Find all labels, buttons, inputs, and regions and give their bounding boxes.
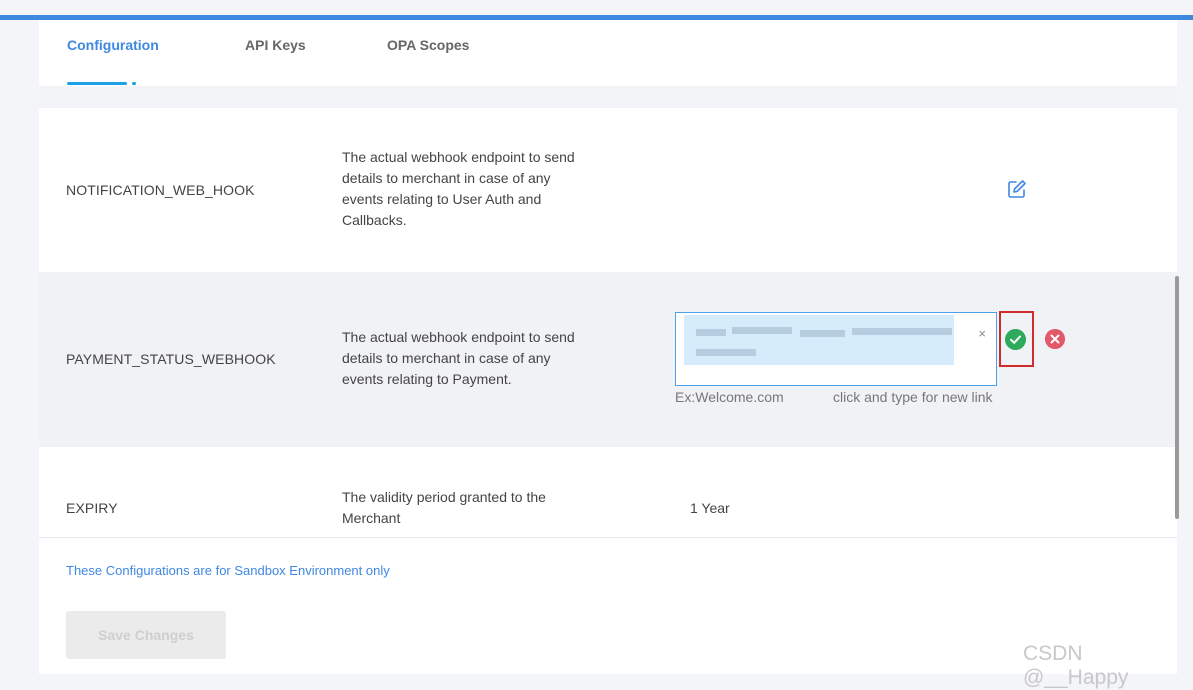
watermark: CSDN @__Happy	[1023, 642, 1129, 689]
config-description: The actual webhook endpoint to send deta…	[342, 149, 575, 228]
active-tab-indicator	[67, 82, 127, 85]
check-circle-icon[interactable]	[1005, 329, 1026, 350]
blurred-text	[800, 330, 845, 337]
webhook-url-input[interactable]: ×	[675, 312, 997, 386]
save-changes-button[interactable]: Save Changes	[66, 611, 226, 659]
tab-api-keys[interactable]: API Keys	[245, 37, 306, 53]
input-example-hint: Ex:Welcome.com	[675, 389, 784, 405]
configuration-card: Configuration API Keys OPA Scopes NOTIFI…	[39, 20, 1177, 674]
config-description: The actual webhook endpoint to send deta…	[342, 329, 575, 387]
tab-configuration[interactable]: Configuration	[67, 37, 159, 53]
blurred-text	[852, 328, 952, 335]
input-selected-text	[684, 315, 954, 365]
config-value: 1 Year	[690, 500, 730, 516]
edit-icon[interactable]	[1007, 179, 1027, 199]
config-row-notification-web-hook: NOTIFICATION_WEB_HOOK The actual webhook…	[39, 108, 1177, 272]
sandbox-note: These Configurations are for Sandbox Env…	[66, 563, 390, 578]
tabs-separator	[39, 86, 1177, 108]
config-row-expiry: EXPIRY The validity period granted to th…	[39, 447, 1177, 537]
config-key: NOTIFICATION_WEB_HOOK	[66, 182, 255, 198]
tab-opa-scopes[interactable]: OPA Scopes	[387, 37, 469, 53]
close-circle-icon[interactable]	[1045, 329, 1065, 349]
config-key: EXPIRY	[66, 500, 118, 516]
config-row-payment-status-webhook: PAYMENT_STATUS_WEBHOOK The actual webhoo…	[39, 272, 1177, 447]
config-key: PAYMENT_STATUS_WEBHOOK	[66, 351, 276, 367]
blurred-text	[696, 349, 756, 356]
config-description: The validity period granted to the Merch…	[342, 489, 546, 526]
blurred-text	[696, 329, 726, 336]
scrollbar-thumb[interactable]	[1175, 276, 1179, 519]
blurred-text	[732, 327, 792, 334]
tab-bar: Configuration API Keys OPA Scopes	[39, 20, 1177, 86]
clear-input-icon[interactable]: ×	[978, 326, 986, 341]
footer-divider	[39, 537, 1177, 538]
active-tab-indicator-dot	[132, 82, 136, 85]
input-action-hint: click and type for new link	[833, 389, 993, 405]
